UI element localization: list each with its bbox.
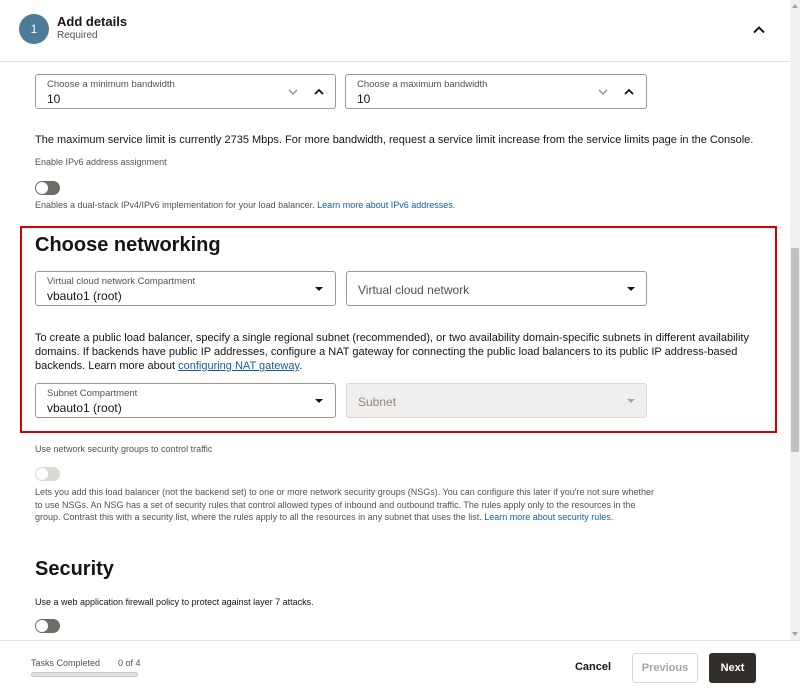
toggle-knob (36, 468, 48, 480)
nsg-learn-more-link[interactable]: Learn more about security rules. (484, 512, 613, 522)
subnet-select[interactable]: Subnet (346, 383, 647, 418)
caret-down-icon (627, 399, 635, 403)
waf-label: Use a web application firewall policy to… (35, 597, 314, 607)
vcn-placeholder: Virtual cloud network (358, 283, 470, 297)
previous-button[interactable]: Previous (632, 653, 698, 683)
caret-down-icon[interactable] (626, 286, 636, 292)
min-bandwidth-select[interactable]: Choose a minimum bandwidth 10 (35, 74, 336, 109)
nsg-toggle[interactable] (35, 467, 60, 481)
vcn-compartment-label: Virtual cloud network Compartment (47, 276, 196, 287)
chevron-down-icon[interactable] (597, 87, 609, 97)
cancel-button[interactable]: Cancel (566, 655, 620, 679)
nsg-label: Use network security groups to control t… (35, 444, 213, 454)
vcn-select[interactable]: Virtual cloud network (346, 271, 647, 306)
subnet-placeholder: Subnet (358, 395, 397, 409)
networking-info-body: To create a public load balancer, specif… (35, 332, 749, 372)
networking-info-text: To create a public load balancer, specif… (35, 331, 755, 373)
waf-toggle[interactable] (35, 619, 60, 633)
step-subtitle: Required (57, 30, 98, 41)
ipv6-toggle[interactable] (35, 181, 60, 195)
max-bandwidth-select[interactable]: Choose a maximum bandwidth 10 (345, 74, 647, 109)
tasks-completed-count: 0 of 4 (118, 658, 141, 668)
scroll-down-icon[interactable] (790, 630, 800, 638)
tasks-completed-label: Tasks Completed (31, 658, 101, 668)
chevron-up-icon[interactable] (623, 87, 635, 97)
security-heading: Security (35, 558, 114, 580)
subnet-compartment-select[interactable]: Subnet Compartment vbauto1 (root) (35, 383, 336, 418)
chevron-down-icon[interactable] (287, 87, 299, 97)
nat-gateway-link[interactable]: configuring NAT gateway (178, 360, 299, 372)
min-bandwidth-label: Choose a minimum bandwidth (47, 79, 175, 90)
vcn-compartment-select[interactable]: Virtual cloud network Compartment vbauto… (35, 271, 336, 306)
max-bandwidth-value: 10 (357, 92, 371, 106)
vertical-scrollbar[interactable] (790, 0, 800, 640)
max-bandwidth-label: Choose a maximum bandwidth (357, 79, 488, 90)
ipv6-help: Enables a dual-stack IPv4/IPv6 implement… (35, 200, 455, 210)
wizard-footer: Tasks Completed 0 of 4 Cancel Previous N… (0, 640, 800, 698)
ipv6-help-text: Enables a dual-stack IPv4/IPv6 implement… (35, 200, 315, 210)
service-limit-text: The maximum service limit is currently 2… (35, 134, 754, 146)
networking-heading: Choose networking (35, 234, 221, 256)
chevron-up-icon[interactable] (313, 87, 325, 97)
ipv6-learn-more-link[interactable]: Learn more about IPv6 addresses. (317, 200, 455, 210)
toggle-knob (36, 182, 48, 194)
step-header[interactable]: 1 Add details Required (0, 0, 790, 62)
networking-info-end: . (299, 360, 303, 372)
caret-down-icon[interactable] (314, 286, 324, 292)
chevron-up-icon[interactable] (751, 22, 767, 38)
toggle-knob (36, 620, 48, 632)
nsg-help: Lets you add this load balancer (not the… (35, 486, 655, 524)
scrollbar-thumb[interactable] (791, 248, 799, 452)
vcn-compartment-value: vbauto1 (root) (47, 289, 122, 303)
ipv6-label: Enable IPv6 address assignment (35, 157, 167, 167)
scroll-up-icon[interactable] (790, 2, 800, 10)
caret-down-icon[interactable] (314, 398, 324, 404)
step-title: Add details (57, 14, 128, 29)
tasks-progress-bar (31, 672, 138, 677)
min-bandwidth-value: 10 (47, 92, 61, 106)
next-button[interactable]: Next (709, 653, 756, 683)
subnet-compartment-value: vbauto1 (root) (47, 401, 122, 415)
subnet-compartment-label: Subnet Compartment (47, 388, 138, 399)
step-number-badge: 1 (19, 14, 49, 44)
